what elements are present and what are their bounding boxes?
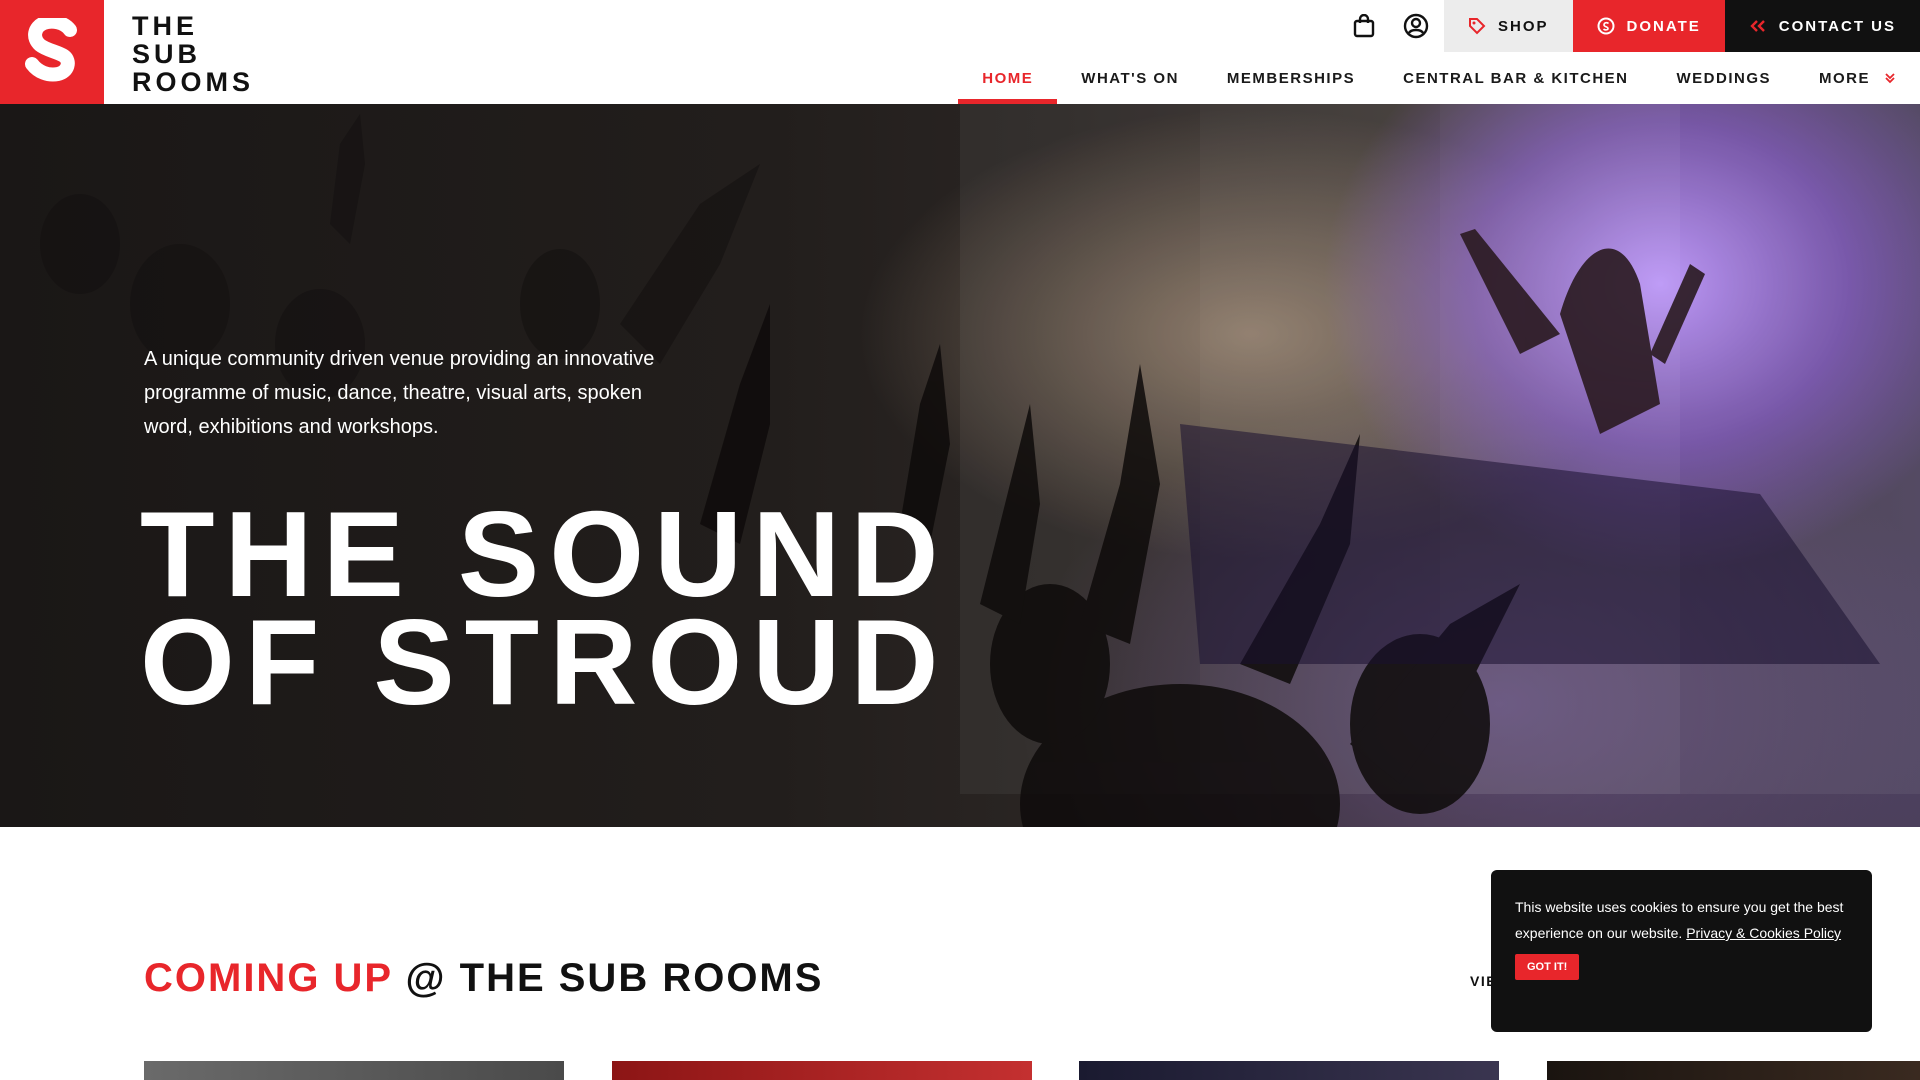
utility-bar: SHOP DONATE CONTACT US — [1338, 0, 1920, 52]
coming-up-rest: @ THE SUB ROOMS — [405, 956, 824, 1000]
event-card[interactable] — [1079, 1061, 1499, 1080]
donate-label: DONATE — [1626, 17, 1701, 35]
site-wordmark[interactable]: THE SUB ROOMS — [132, 12, 254, 96]
nav-item-label: HOME — [982, 69, 1034, 87]
nav-item-memberships[interactable]: MEMBERSHIPS — [1203, 52, 1379, 104]
coming-up-accent: COMING UP — [144, 956, 393, 1000]
shop-button[interactable]: SHOP — [1444, 0, 1573, 52]
contact-label: CONTACT US — [1778, 17, 1896, 35]
hero-title-line: THE SOUND — [140, 486, 949, 622]
view-all-link[interactable]: VIE — [1470, 973, 1492, 989]
cookie-text: This website uses cookies to ensure you … — [1515, 894, 1850, 946]
shopping-bag-icon — [1353, 14, 1375, 38]
hero-banner: A unique community driven venue providin… — [0, 104, 1920, 827]
nav-item-label: CENTRAL BAR & KITCHEN — [1403, 69, 1629, 87]
tag-icon — [1468, 17, 1486, 35]
contact-us-button[interactable]: CONTACT US — [1724, 0, 1920, 52]
donate-button[interactable]: DONATE — [1572, 0, 1725, 52]
hero-tagline: A unique community driven venue providin… — [144, 348, 655, 438]
privacy-policy-link[interactable]: Privacy & Cookies Policy — [1686, 925, 1841, 941]
wordmark-line: ROOMS — [132, 67, 255, 97]
basket-button[interactable] — [1338, 0, 1390, 52]
hero-title-line: OF STROUD — [140, 594, 949, 730]
wordmark-line: SUB — [132, 39, 202, 69]
cookie-banner: This website uses cookies to ensure you … — [1491, 870, 1872, 1032]
nav-item-label: WHAT'S ON — [1081, 69, 1179, 87]
nav-item-label: MORE — [1819, 69, 1870, 87]
nav-item-whats-on[interactable]: WHAT'S ON — [1057, 52, 1203, 104]
logo-mark[interactable] — [0, 0, 104, 104]
shop-label: SHOP — [1498, 17, 1549, 35]
nav-item-more[interactable]: MORE — [1795, 52, 1920, 104]
account-button[interactable] — [1390, 0, 1442, 52]
event-card[interactable] — [144, 1061, 564, 1080]
event-card[interactable] — [612, 1061, 1032, 1080]
chevrons-left-icon — [1749, 19, 1767, 33]
user-circle-icon — [1403, 13, 1429, 39]
event-card[interactable] — [1547, 1061, 1920, 1080]
event-card-row — [144, 1061, 1920, 1080]
nav-item-label: WEDDINGS — [1676, 69, 1771, 87]
main-nav: HOME WHAT'S ON MEMBERSHIPS CENTRAL BAR &… — [958, 52, 1920, 104]
wordmark-line: THE — [132, 11, 198, 41]
nav-item-central-bar-kitchen[interactable]: CENTRAL BAR & KITCHEN — [1379, 52, 1652, 104]
donate-coin-icon — [1597, 17, 1615, 35]
nav-item-label: MEMBERSHIPS — [1226, 69, 1356, 87]
hero-title: THE SOUND OF STROUD — [140, 486, 949, 730]
cookie-accept-button[interactable]: GOT IT! — [1515, 954, 1580, 980]
coming-up-heading: COMING UP @ THE SUB ROOMS — [144, 956, 823, 1001]
nav-item-home[interactable]: HOME — [958, 52, 1058, 104]
logo-s-icon — [25, 18, 77, 82]
site-header: THE SUB ROOMS SHOP DONATE CONTACT US HOM… — [0, 0, 1920, 104]
chevron-down-icon — [1884, 72, 1896, 84]
nav-item-weddings[interactable]: WEDDINGS — [1653, 52, 1796, 104]
